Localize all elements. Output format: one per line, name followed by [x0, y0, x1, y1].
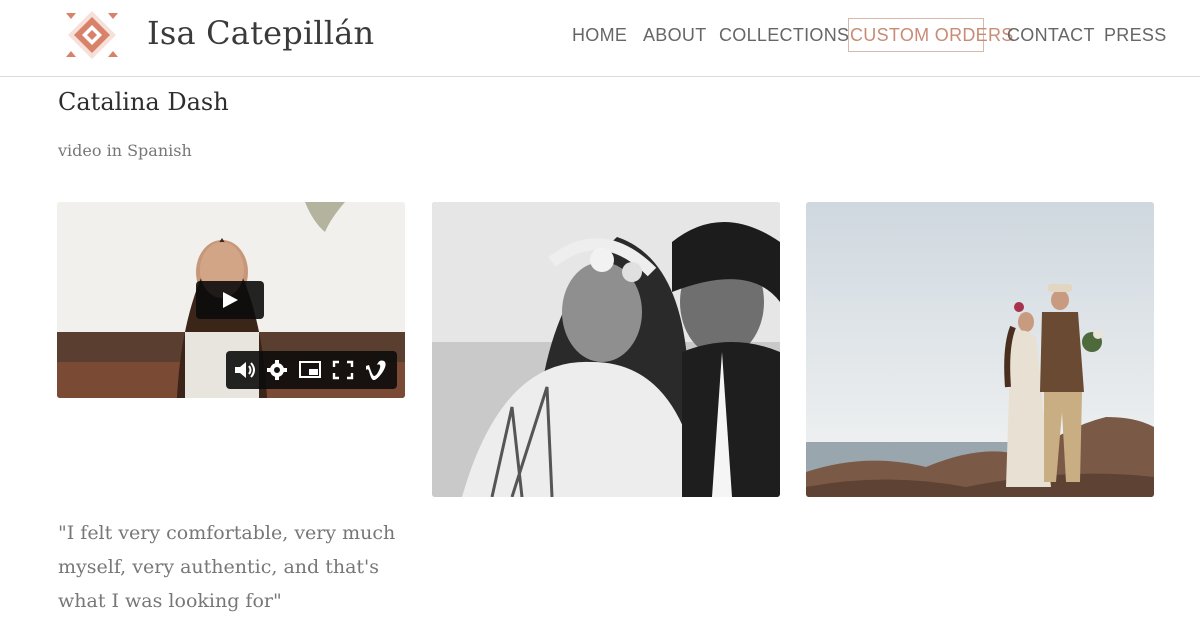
page-title: Catalina Dash — [58, 88, 229, 116]
nav-home[interactable]: HOME — [572, 18, 627, 52]
play-icon — [223, 292, 238, 308]
page: Isa Catepillán HOME ABOUT COLLECTIONS CU… — [0, 0, 1200, 624]
nav-custom-orders[interactable]: CUSTOM ORDERS — [848, 18, 1013, 52]
couple-seaside-image — [806, 202, 1154, 497]
play-button[interactable] — [196, 281, 264, 319]
couple-portrait-photo — [432, 202, 780, 497]
settings-gear-icon[interactable] — [266, 360, 288, 380]
fullscreen-icon[interactable] — [332, 360, 354, 380]
nav-about[interactable]: ABOUT — [643, 18, 707, 52]
site-header: Isa Catepillán HOME ABOUT COLLECTIONS CU… — [0, 0, 1200, 77]
nav-collections[interactable]: COLLECTIONS — [719, 18, 849, 52]
couple-seaside-photo — [806, 202, 1154, 497]
volume-icon[interactable] — [234, 360, 256, 380]
couple-portrait-image — [432, 202, 780, 497]
page-subtitle: video in Spanish — [58, 141, 192, 160]
testimonial-quote: "I felt very comfortable, very much myse… — [58, 522, 396, 612]
picture-in-picture-icon[interactable] — [299, 360, 321, 380]
vimeo-logo-icon[interactable] — [365, 360, 387, 380]
nav-press[interactable]: PRESS — [1104, 18, 1167, 52]
nav-contact[interactable]: CONTACT — [1007, 18, 1095, 52]
video-controls-bar — [226, 351, 397, 389]
main-nav: HOME ABOUT COLLECTIONS CUSTOM ORDERS CON… — [0, 18, 1200, 52]
